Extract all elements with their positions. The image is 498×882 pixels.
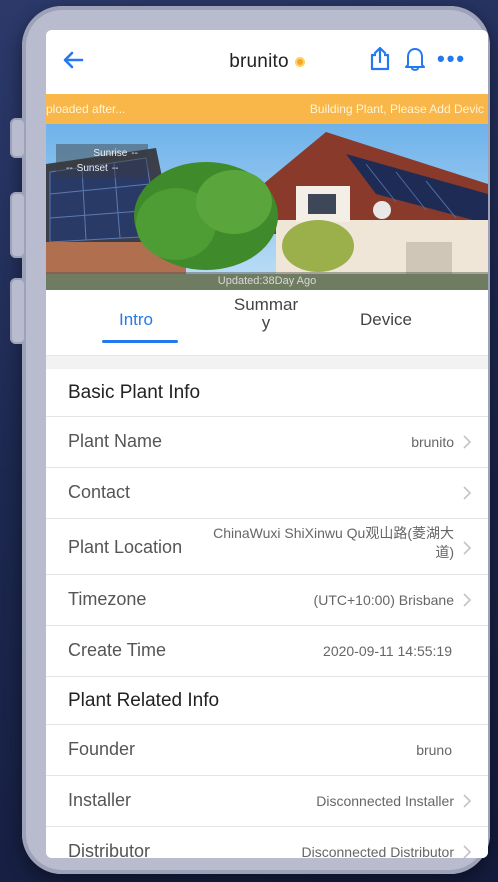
row-value: 2020-09-11 14:55:19 <box>323 643 452 659</box>
row-value: Disconnected Installer <box>316 793 454 809</box>
row-label: Plant Name <box>68 431 163 451</box>
row-value: bruno <box>416 742 452 758</box>
chevron-right-icon <box>463 486 472 500</box>
page-title: brunito <box>229 51 289 72</box>
row-value: brunito <box>411 434 454 450</box>
contact-row[interactable]: Contact <box>46 468 488 519</box>
row-label: Distributor <box>68 841 151 858</box>
create-time-row: Create Time 2020-09-11 14:55:19 <box>46 626 488 677</box>
tab-bar: Intro Summar y Device <box>46 290 488 356</box>
sunset-row: -- Sunset -- <box>60 161 144 176</box>
sunrise-label: Sunrise <box>93 148 128 159</box>
more-dots-icon[interactable]: ••• <box>437 48 477 70</box>
chevron-right-icon <box>463 593 472 607</box>
banner-left-text: ploaded after... <box>46 102 126 116</box>
installer-row[interactable]: Installer Disconnected Installer <box>46 776 488 827</box>
basic-plant-info-title: Basic Plant Info <box>46 369 488 417</box>
chevron-right-icon <box>463 435 472 449</box>
sunrise-value: -- <box>131 148 138 159</box>
sun-times-panel: Sunrise -- -- Sunset -- <box>56 144 148 178</box>
tab-device[interactable]: Device <box>336 290 436 356</box>
row-label: Timezone <box>68 589 147 609</box>
sunset-label: Sunset <box>76 163 108 174</box>
tab-summary[interactable]: Summar y <box>216 290 316 356</box>
tab-summary-label: Summar y <box>233 295 299 332</box>
distributor-row[interactable]: Distributor Disconnected Distributor <box>46 827 488 858</box>
volume-down-button <box>10 278 26 344</box>
chevron-right-icon <box>463 845 472 858</box>
sunset-value: -- <box>111 163 119 174</box>
sunset-prefix: -- <box>66 163 73 174</box>
timezone-row[interactable]: Timezone (UTC+10:00) Brisbane <box>46 575 488 626</box>
updated-text: Updated:38Day Ago <box>46 272 488 290</box>
row-value: ChinaWuxi ShiXinwu Qu观山路(菱湖大道) <box>213 525 454 560</box>
bell-icon[interactable] <box>404 46 426 72</box>
app-screen: brunito ••• ploaded after... Building Pl… <box>46 30 488 858</box>
row-label: Contact <box>68 482 131 502</box>
navigation-bar: brunito ••• <box>46 30 488 94</box>
row-label: Create Time <box>68 640 167 660</box>
chevron-right-icon <box>463 794 472 808</box>
back-arrow-icon[interactable] <box>60 48 90 72</box>
banner-right-text: Building Plant, Please Add Devic <box>309 102 484 116</box>
row-label: Founder <box>68 739 136 759</box>
row-value: Disconnected Distributor <box>301 844 454 858</box>
row-label: Installer <box>68 790 132 810</box>
sunrise-row: Sunrise -- <box>60 146 144 161</box>
mute-switch <box>10 118 26 158</box>
row-label: Plant Location <box>68 537 183 557</box>
tab-intro[interactable]: Intro <box>86 290 186 356</box>
notice-banner[interactable]: ploaded after... Building Plant, Please … <box>46 94 488 124</box>
chevron-right-icon <box>463 541 472 555</box>
plant-location-row[interactable]: Plant Location ChinaWuxi ShiXinwu Qu观山路(… <box>46 519 488 575</box>
section-gap <box>46 356 488 369</box>
share-icon[interactable] <box>369 46 391 72</box>
plant-name-row[interactable]: Plant Name brunito <box>46 417 488 468</box>
status-dot-icon <box>294 57 305 67</box>
row-value: (UTC+10:00) Brisbane <box>313 592 454 608</box>
plant-related-info-title: Plant Related Info <box>46 677 488 725</box>
plant-photo: Sunrise -- -- Sunset -- Updated:38Day Ag… <box>46 124 488 290</box>
founder-row: Founder bruno <box>46 725 488 776</box>
volume-up-button <box>10 192 26 258</box>
active-tab-indicator <box>102 340 178 343</box>
